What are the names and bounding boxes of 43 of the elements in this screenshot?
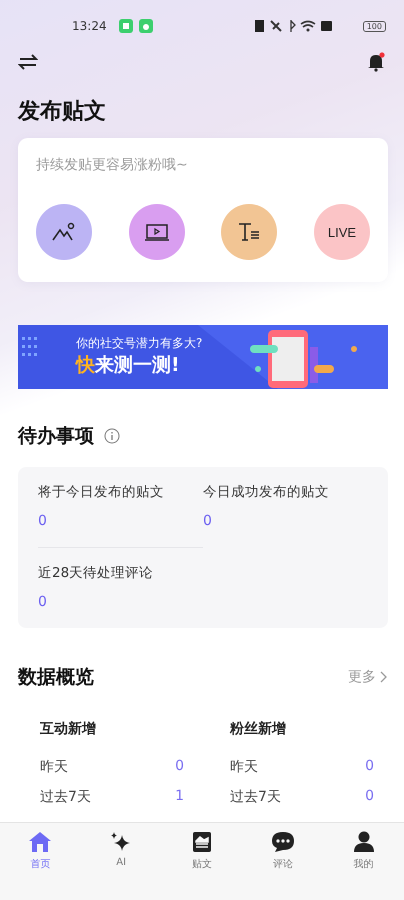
live-button[interactable]: LIVE — [314, 204, 370, 260]
person-icon — [352, 831, 376, 853]
stat-value: 1 — [175, 788, 184, 806]
section-title: 待办事项 — [18, 424, 94, 449]
tab-bar-item[interactable]: 贴文 — [172, 831, 232, 871]
todo-count[interactable]: 0 — [38, 594, 203, 610]
stat-value: 0 — [175, 758, 184, 776]
stat-group-title: 粉丝新增 — [230, 720, 287, 738]
stat-group-title: 互动新增 — [40, 720, 97, 738]
stat-value: 0 — [365, 758, 374, 776]
status-time: 13:24 — [72, 19, 107, 33]
stat-label: 过去7天 — [40, 788, 91, 806]
tab-bar-item[interactable]: 我的 — [334, 831, 394, 871]
stat-label: 昨天 — [40, 758, 68, 776]
tab-bar-item[interactable]: AI — [91, 831, 152, 868]
todo-label: 将于今日发布的贴文 — [38, 483, 165, 501]
stat-value: 0 — [365, 788, 374, 806]
app-notification-icon — [118, 19, 153, 33]
stat-label: 昨天 — [230, 758, 258, 776]
todo-label: 近28天待处理评论 — [38, 564, 154, 582]
tab-bar-item[interactable]: 首页 — [10, 831, 70, 871]
battery-level: 100 — [362, 20, 386, 32]
chat-bubble-icon — [270, 831, 295, 853]
banner-artwork-drawing[interactable] — [18, 325, 388, 389]
todo-count[interactable]: 0 — [203, 513, 368, 529]
banner-slogan: 快来测一测! — [76, 353, 181, 378]
page-title: 发布贴文 — [18, 98, 107, 126]
text-format-icon — [237, 222, 262, 242]
todo-count[interactable]: 0 — [38, 513, 203, 529]
todo-label: 今日成功发布的贴文 — [203, 483, 330, 501]
more-link[interactable]: 更多 — [348, 668, 388, 686]
section-title: 数据概览 — [18, 665, 94, 690]
stat-label: 过去7天 — [230, 788, 281, 806]
banner-question: 你的社交号潜力有多大? — [76, 335, 202, 352]
notification-bell-icon[interactable] — [366, 52, 386, 72]
chevron-right-icon — [380, 671, 388, 683]
mountain-image-icon — [52, 222, 76, 242]
tab-bar-item[interactable]: 评论 — [252, 831, 313, 871]
publish-hint: 持续发贴更容易涨粉哦~ — [36, 156, 189, 174]
info-icon[interactable] — [104, 428, 120, 444]
home-icon — [28, 831, 52, 853]
switch-icon[interactable] — [18, 54, 38, 70]
video-icon — [144, 222, 170, 242]
